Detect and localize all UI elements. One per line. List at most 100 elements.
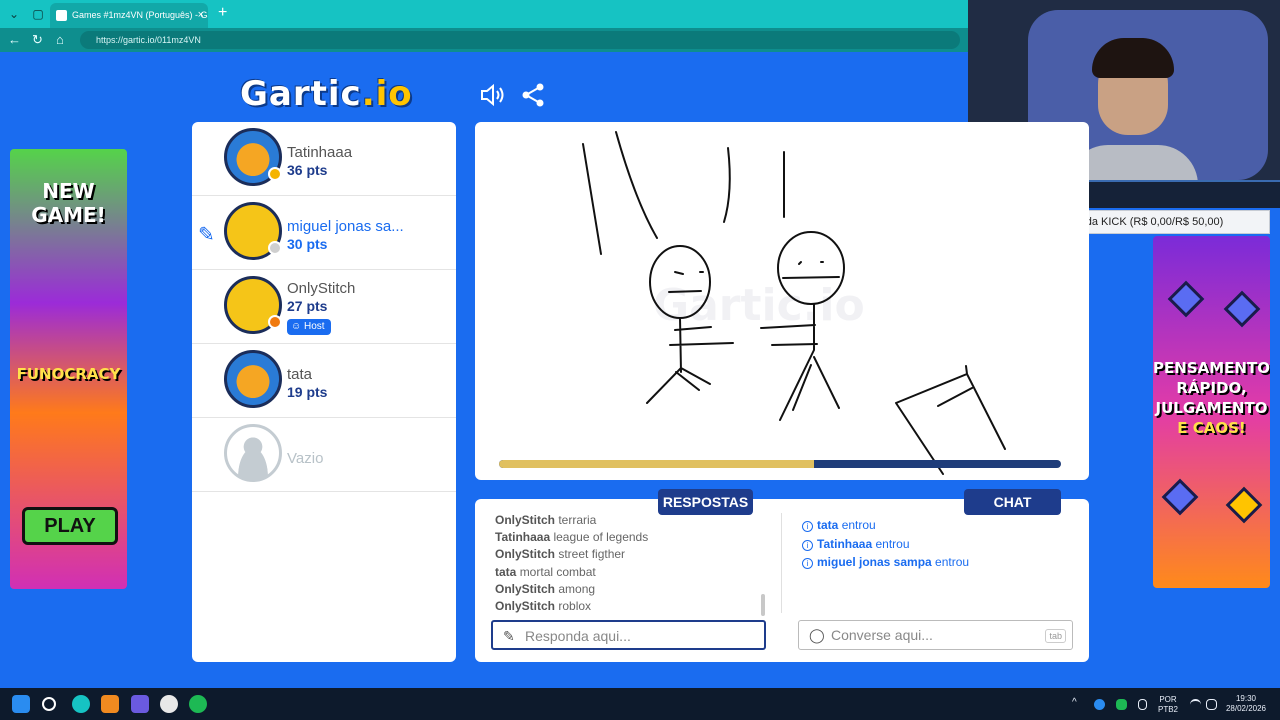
ad-new-label: NEW xyxy=(42,179,95,203)
edge-icon[interactable] xyxy=(72,695,90,713)
ad-slogan-line4: E CAOS! xyxy=(1177,419,1246,437)
answer-text: roblox xyxy=(558,599,592,614)
gem-icon xyxy=(1223,290,1261,328)
reload-icon[interactable]: ↻ xyxy=(32,32,43,48)
info-icon: i xyxy=(802,558,813,569)
sketch-drawing xyxy=(582,131,1006,475)
answer-text: street figther xyxy=(558,547,626,562)
answers-scrollbar[interactable] xyxy=(761,594,765,616)
drawing-pencil-icon: ✎ xyxy=(198,224,215,246)
chat-text: entrou xyxy=(935,555,970,569)
tab-key-hint: tab xyxy=(1045,629,1066,643)
answer-user: Tatinhaaa xyxy=(495,530,554,545)
language-line2: PTB2 xyxy=(1157,705,1178,714)
pencil-icon: ✎ xyxy=(503,628,515,644)
answer-user: OnlyStitch xyxy=(495,581,559,596)
left-ad-banner[interactable]: NEW GAME! FUNOCRACY PLAY xyxy=(10,149,127,589)
spotify-icon[interactable] xyxy=(189,695,207,713)
answer-user: tata xyxy=(495,564,520,579)
url-field[interactable]: https://gartic.io/011mz4VN xyxy=(80,31,960,49)
host-badge: ☺ Host xyxy=(287,319,331,335)
microphone-icon[interactable] xyxy=(1138,699,1147,710)
ad-slogan-line3: JULGAMENTO xyxy=(1155,399,1268,417)
logo-main: Gartic xyxy=(240,74,362,114)
chat-user: miguel jonas sampa xyxy=(817,555,936,569)
chat-placeholder: Converse aqui... xyxy=(831,627,933,643)
player-row[interactable]: Tatinhaaa 36 pts xyxy=(192,122,456,196)
answer-row: Tatinhaaa league of legends xyxy=(495,529,765,546)
player-name: tata xyxy=(287,366,313,383)
windows-taskbar: ^ POR PTB2 19:30 28/02/2026 xyxy=(0,688,1280,720)
volume-icon[interactable] xyxy=(1206,699,1217,710)
player-avatar xyxy=(224,128,282,186)
answer-user: OnlyStitch xyxy=(495,513,559,527)
answer-text: among xyxy=(558,581,596,596)
new-tab-button[interactable]: + xyxy=(218,4,227,22)
player-points: 27 pts xyxy=(287,298,328,314)
right-ad-banner[interactable]: PENSAMENTO RÁPIDO, JULGAMENTO E CAOS! xyxy=(1153,236,1270,588)
panel-divider xyxy=(781,513,782,613)
answer-user: OnlyStitch xyxy=(495,599,559,614)
answers-list: OnlyStitch terraria Tatinhaaa league of l… xyxy=(495,512,765,616)
chat-text: entrou xyxy=(875,536,910,551)
player-row[interactable]: Vazio xyxy=(192,418,456,492)
home-icon[interactable]: ⌂ xyxy=(56,32,64,48)
status-dot xyxy=(268,315,282,329)
answer-row: tata mortal combat xyxy=(495,564,765,581)
workspaces-icon[interactable]: ▢ xyxy=(28,4,48,24)
ad-brand-label: FUNOCRACY xyxy=(16,365,121,383)
answer-row: OnlyStitch street figther xyxy=(495,546,765,563)
status-dot xyxy=(268,167,282,181)
info-icon: i xyxy=(802,521,813,532)
back-icon[interactable]: ← xyxy=(8,32,21,48)
player-row[interactable]: tata 19 pts xyxy=(192,344,456,418)
answer-text: mortal combat xyxy=(519,564,596,579)
wifi-icon[interactable] xyxy=(1190,699,1201,710)
obs-icon[interactable] xyxy=(160,695,178,713)
drawing-canvas[interactable]: Gartic.io xyxy=(475,122,1089,480)
chat-input[interactable]: ◯ Converse aqui... tab xyxy=(798,620,1073,650)
player-row[interactable]: OnlyStitch 27 pts ☺ Host xyxy=(192,270,456,344)
discord-icon[interactable] xyxy=(131,695,149,713)
chat-text: entrou xyxy=(841,518,876,532)
empty-avatar-icon xyxy=(224,424,282,482)
browser-tab[interactable]: Games #1mz4VN (Português) - Ga × xyxy=(50,3,208,28)
player-name: miguel jonas sa... xyxy=(287,218,404,235)
gartic-logo[interactable]: Gartic.io xyxy=(240,74,413,114)
ad-play-button[interactable]: PLAY xyxy=(22,507,118,545)
answer-placeholder: Responda aqui... xyxy=(525,628,631,644)
players-panel: Tatinhaaa 36 pts ✎ miguel jonas sa... 30 pts… xyxy=(192,122,456,662)
player-row[interactable]: ✎ miguel jonas sa... 30 pts xyxy=(192,196,456,270)
ad-slogan-line1: PENSAMENTO xyxy=(1153,359,1270,377)
clock-time: 19:30 xyxy=(1235,694,1257,703)
language-indicator[interactable]: POR PTB2 xyxy=(1154,695,1182,715)
gem-icon xyxy=(1161,478,1199,516)
answer-text: terraria xyxy=(558,513,597,527)
tray-app-icon[interactable] xyxy=(1094,699,1105,710)
timer-fill xyxy=(499,460,814,468)
language-line1: POR xyxy=(1159,695,1177,704)
start-icon[interactable] xyxy=(12,695,30,713)
tray-chevron-icon[interactable]: ^ xyxy=(1072,698,1077,708)
player-name: Tatinhaaa xyxy=(287,144,353,161)
search-icon[interactable] xyxy=(42,697,56,711)
answer-row: OnlyStitch terraria xyxy=(495,512,765,529)
clock[interactable]: 19:30 28/02/2026 xyxy=(1222,694,1270,714)
address-bar-row: ← ↻ ⌂ https://gartic.io/011mz4VN xyxy=(0,28,968,52)
gartic-favicon-icon xyxy=(56,10,67,21)
chat-user: Tatinhaaa xyxy=(817,536,876,551)
share-icon[interactable] xyxy=(520,82,548,108)
player-avatar xyxy=(224,350,282,408)
answer-row: OnlyStitch roblox xyxy=(495,598,765,615)
speaker-icon[interactable] xyxy=(478,82,506,108)
brave-icon[interactable] xyxy=(101,695,119,713)
tab-menu-icon[interactable]: ⌄ xyxy=(4,4,24,24)
player-avatar xyxy=(224,276,282,334)
tray-app-icon[interactable] xyxy=(1116,699,1127,710)
gem-icon xyxy=(1225,486,1263,524)
tab-close-icon[interactable]: × xyxy=(198,3,204,28)
chat-bubble-icon: ◯ xyxy=(809,627,825,643)
answer-input[interactable]: ✎ Responda aqui... xyxy=(491,620,766,650)
streamer-hair xyxy=(1092,38,1174,78)
tab-chat[interactable]: CHAT xyxy=(964,489,1061,515)
